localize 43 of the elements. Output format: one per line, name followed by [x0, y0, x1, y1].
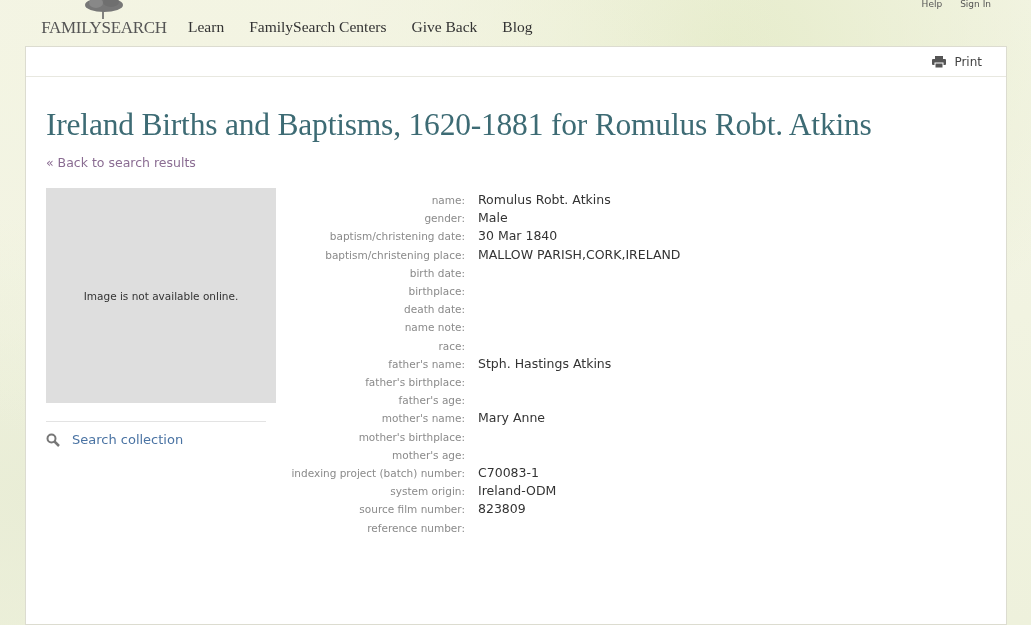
- field-value: Stph. Hastings Atkins: [478, 354, 613, 373]
- field-label: race:: [437, 338, 465, 354]
- field-value: Ireland-ODM: [478, 482, 558, 501]
- field-label: mother's name:: [380, 411, 465, 427]
- field-value: 30 Mar 1840: [478, 227, 559, 246]
- field-label: name note:: [403, 320, 465, 336]
- field-value: C70083-1: [478, 464, 540, 483]
- field-label: reference number:: [366, 520, 465, 536]
- field-label: birthplace:: [407, 284, 465, 299]
- field-label: gender:: [423, 211, 465, 227]
- field-label: indexing project (batch) number:: [290, 466, 465, 482]
- field-label: birth date:: [408, 265, 465, 281]
- utility-link[interactable]: Help: [921, 0, 943, 8]
- image-unavailable-text: Image is not available online.: [83, 289, 239, 302]
- field-label: father's birthplace:: [364, 375, 465, 391]
- tree-icon: [83, 0, 125, 19]
- nav-link[interactable]: Give Back: [411, 18, 478, 36]
- field-value: Mary Anne: [478, 409, 547, 428]
- printer-icon: [932, 55, 947, 68]
- field-value: Romulus Robt. Atkins: [478, 191, 612, 209]
- field-label: baptism/christening place:: [324, 247, 465, 263]
- utility-link[interactable]: Sign In: [960, 0, 991, 8]
- logo-text[interactable]: FAMILYSEARCH: [41, 19, 167, 36]
- search-collection-link[interactable]: Search collection: [46, 432, 276, 447]
- field-label: name:: [430, 193, 465, 208]
- field-value: Male: [478, 209, 509, 228]
- nav-link[interactable]: Learn: [188, 18, 225, 36]
- field-label: father's name:: [387, 356, 465, 372]
- field-label: death date:: [403, 302, 465, 318]
- page-title: Ireland Births and Baptisms, 1620-1881 for Romulus Robt. Atkins: [46, 107, 873, 143]
- nav-link[interactable]: Blog: [502, 18, 533, 36]
- field-label: mother's age:: [391, 447, 465, 463]
- field-label: source film number:: [358, 502, 465, 518]
- print-button[interactable]: Print: [932, 54, 982, 69]
- field-label: father's age:: [397, 393, 465, 409]
- field-label: baptism/christening date:: [328, 229, 465, 245]
- field-value: MALLOW PARISH,CORK,IRELAND: [478, 245, 681, 264]
- field-value: 823809: [478, 500, 527, 519]
- nav-link[interactable]: FamilySearch Centers: [249, 18, 387, 36]
- field-label: mother's birthplace:: [357, 429, 465, 445]
- field-label: system origin:: [389, 484, 465, 500]
- search-icon: [46, 432, 60, 447]
- back-link[interactable]: « Back to search results: [46, 155, 986, 170]
